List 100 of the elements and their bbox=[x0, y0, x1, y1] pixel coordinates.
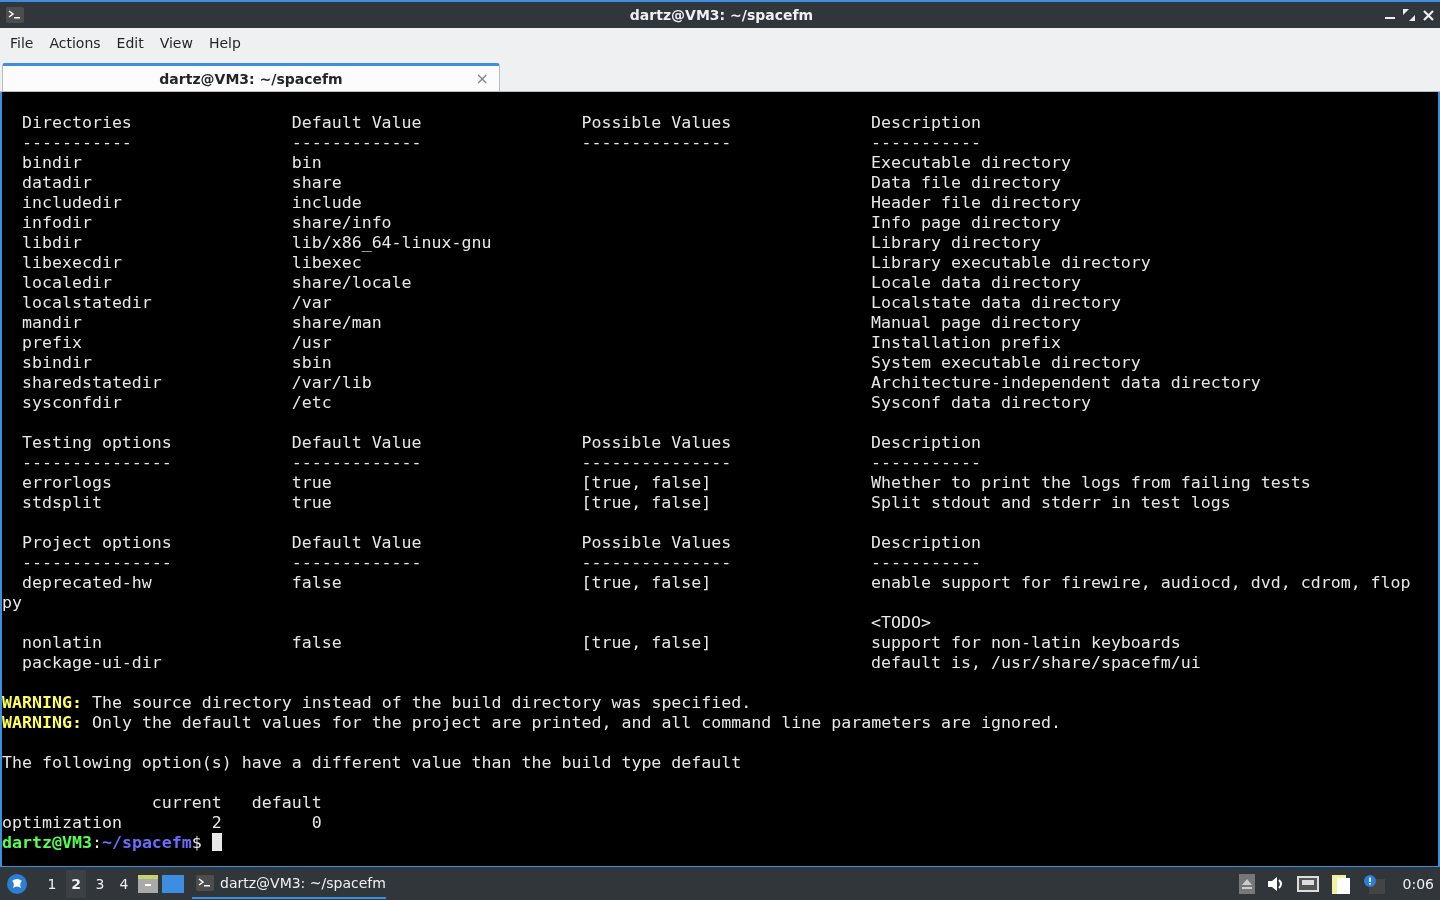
column-header: current bbox=[151, 793, 222, 813]
table-cell-text: [true, false] bbox=[581, 573, 713, 593]
workspace-button[interactable]: 2 bbox=[66, 869, 86, 898]
table-cell-text: libexec bbox=[291, 253, 363, 273]
table-cell-text: localedir bbox=[21, 273, 113, 293]
workspace-button[interactable]: 1 bbox=[42, 869, 62, 898]
menu-item[interactable]: Edit bbox=[108, 34, 152, 51]
table-cell-text: /etc bbox=[291, 393, 333, 413]
wrapped-text: py bbox=[2, 593, 23, 613]
terminal-icon bbox=[196, 874, 214, 891]
table-cell-text: Info page directory bbox=[871, 213, 1062, 233]
close-icon[interactable] bbox=[1423, 9, 1434, 21]
tab-close-button[interactable]: × bbox=[475, 69, 489, 88]
table-cell-text: sbindir bbox=[21, 353, 93, 373]
table-cell-text: Header file directory bbox=[871, 193, 1082, 213]
column-header: Directories bbox=[21, 113, 133, 133]
column-header: Possible Values bbox=[581, 113, 733, 133]
column-rule: --------------- bbox=[21, 553, 173, 573]
start-menu-icon[interactable] bbox=[6, 872, 28, 895]
table-cell-text: sbin bbox=[291, 353, 333, 373]
column-header: default bbox=[251, 793, 322, 813]
table-cell-text: true bbox=[291, 493, 333, 513]
table-cell-text: /var bbox=[291, 293, 333, 313]
table-cell-text: Library directory bbox=[871, 233, 1042, 253]
table-cell-text: [true, false] bbox=[581, 633, 713, 653]
table-cell-text: Locale data directory bbox=[871, 273, 1082, 293]
menu-item[interactable]: View bbox=[151, 34, 201, 51]
table-cell-text: <TODO> bbox=[871, 613, 933, 633]
table-cell-text: prefix bbox=[21, 333, 83, 353]
tab-title: dartz@VM3: ~/spacefm bbox=[159, 70, 343, 87]
table-cell-text: enable support for firewire, audiocd, dvd, cdrom, flop bbox=[871, 573, 1412, 593]
column-rule: ------------- bbox=[291, 453, 423, 473]
table-cell-text: [true, false] bbox=[581, 473, 713, 493]
table-cell-text: Manual page directory bbox=[871, 313, 1082, 333]
table-cell-text: libexecdir bbox=[21, 253, 123, 273]
menu-item[interactable]: Help bbox=[200, 34, 249, 51]
restore-icon[interactable] bbox=[1403, 9, 1415, 21]
table-cell-text: true bbox=[291, 473, 333, 493]
table-cell-text: includedir bbox=[21, 193, 123, 213]
table-cell-text: share/locale bbox=[291, 273, 413, 293]
volume-icon[interactable] bbox=[1266, 875, 1285, 892]
table-cell-text: deprecated-hw bbox=[21, 573, 153, 593]
column-rule: ----------- bbox=[871, 553, 982, 573]
eject-icon[interactable] bbox=[1238, 873, 1255, 894]
text-cursor bbox=[211, 833, 222, 851]
column-rule: --------------- bbox=[581, 453, 733, 473]
table-cell-text: lib/x86_64-linux-gnu bbox=[291, 233, 493, 253]
column-rule: ------------- bbox=[291, 133, 423, 153]
column-header: Possible Values bbox=[581, 533, 733, 553]
task-button[interactable]: dartz@VM3: ~/spacefm bbox=[192, 868, 386, 899]
column-rule: ----------- bbox=[21, 133, 133, 153]
table-cell-text: /usr bbox=[291, 333, 333, 353]
column-header: Testing options bbox=[21, 433, 173, 453]
table-cell-text: share bbox=[291, 173, 343, 193]
table-cell-text: support for non-latin keyboards bbox=[871, 633, 1182, 653]
table-cell-text: sysconfdir bbox=[21, 393, 123, 413]
notice-line: The following option(s) have a different value than the build type default bbox=[2, 753, 743, 773]
table-cell-text: libdir bbox=[21, 233, 83, 253]
table-cell-text: System executable directory bbox=[871, 353, 1142, 373]
notification-icon[interactable] bbox=[1362, 873, 1385, 894]
table-cell-text: datadir bbox=[21, 173, 93, 193]
terminal-icon bbox=[6, 7, 24, 23]
column-rule: ------------- bbox=[291, 553, 423, 573]
desktop-icon[interactable] bbox=[162, 874, 184, 893]
column-header: Default Value bbox=[291, 433, 423, 453]
table-cell-text: false bbox=[291, 573, 343, 593]
warning-line: WARNING: The source directory instead of the build directory was specified. bbox=[2, 693, 753, 713]
file-cabinet-icon[interactable] bbox=[138, 874, 158, 893]
column-rule: ----------- bbox=[871, 453, 982, 473]
column-header: Possible Values bbox=[581, 433, 733, 453]
workspace-button[interactable]: 4 bbox=[114, 869, 134, 898]
table-cell-text: Executable directory bbox=[871, 153, 1072, 173]
table-cell-text: false bbox=[291, 633, 343, 653]
network-icon[interactable] bbox=[1296, 875, 1319, 892]
table-cell-text: 2 bbox=[210, 813, 222, 833]
column-rule: ----------- bbox=[871, 133, 982, 153]
table-cell-text: package-ui-dir bbox=[21, 653, 163, 673]
workspace-button[interactable]: 3 bbox=[90, 869, 110, 898]
table-cell-text: bindir bbox=[21, 153, 83, 173]
table-cell-text: Localstate data directory bbox=[871, 293, 1122, 313]
table-cell-text: sharedstatedir bbox=[21, 373, 163, 393]
terminal-tab[interactable]: dartz@VM3: ~/spacefm × bbox=[2, 63, 500, 91]
menu-item[interactable]: File bbox=[2, 34, 42, 51]
table-cell-text: Architecture-independent data directory bbox=[871, 373, 1262, 393]
table-cell-text: share/info bbox=[291, 213, 393, 233]
table-cell-text: share/man bbox=[291, 313, 383, 333]
table-cell-text: Whether to print the logs from failing tests bbox=[871, 473, 1312, 493]
option-name: optimization bbox=[2, 813, 123, 833]
table-cell-text: stdsplit bbox=[21, 493, 103, 513]
table-cell-text: bin bbox=[291, 153, 323, 173]
table-cell-text: /var/lib bbox=[291, 373, 373, 393]
clock: 0:06 bbox=[1402, 875, 1434, 892]
menu-item[interactable]: Actions bbox=[41, 34, 109, 51]
window-title: dartz@VM3: ~/spacefm bbox=[628, 7, 815, 23]
clipboard-icon[interactable] bbox=[1330, 872, 1351, 895]
table-cell-text: Sysconf data directory bbox=[871, 393, 1092, 413]
column-rule: --------------- bbox=[21, 453, 173, 473]
table-cell-text: [true, false] bbox=[581, 493, 713, 513]
column-header: Description bbox=[871, 113, 982, 133]
column-header: Default Value bbox=[291, 113, 423, 133]
